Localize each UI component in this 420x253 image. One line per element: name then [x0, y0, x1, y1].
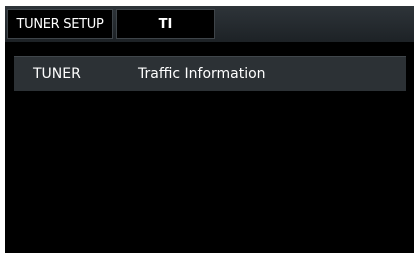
tuner-screen: TUNER SETUP TI TUNER Traffic Information [5, 6, 414, 253]
tab-tuner-setup[interactable]: TUNER SETUP [7, 9, 113, 39]
list-item-label: Traffic Information [138, 66, 266, 82]
list-item-category: TUNER [33, 66, 81, 82]
header-bar: TUNER SETUP TI [5, 6, 414, 42]
list-item-traffic-information[interactable]: TUNER Traffic Information [14, 56, 406, 91]
tab-ti[interactable]: TI [116, 9, 215, 39]
